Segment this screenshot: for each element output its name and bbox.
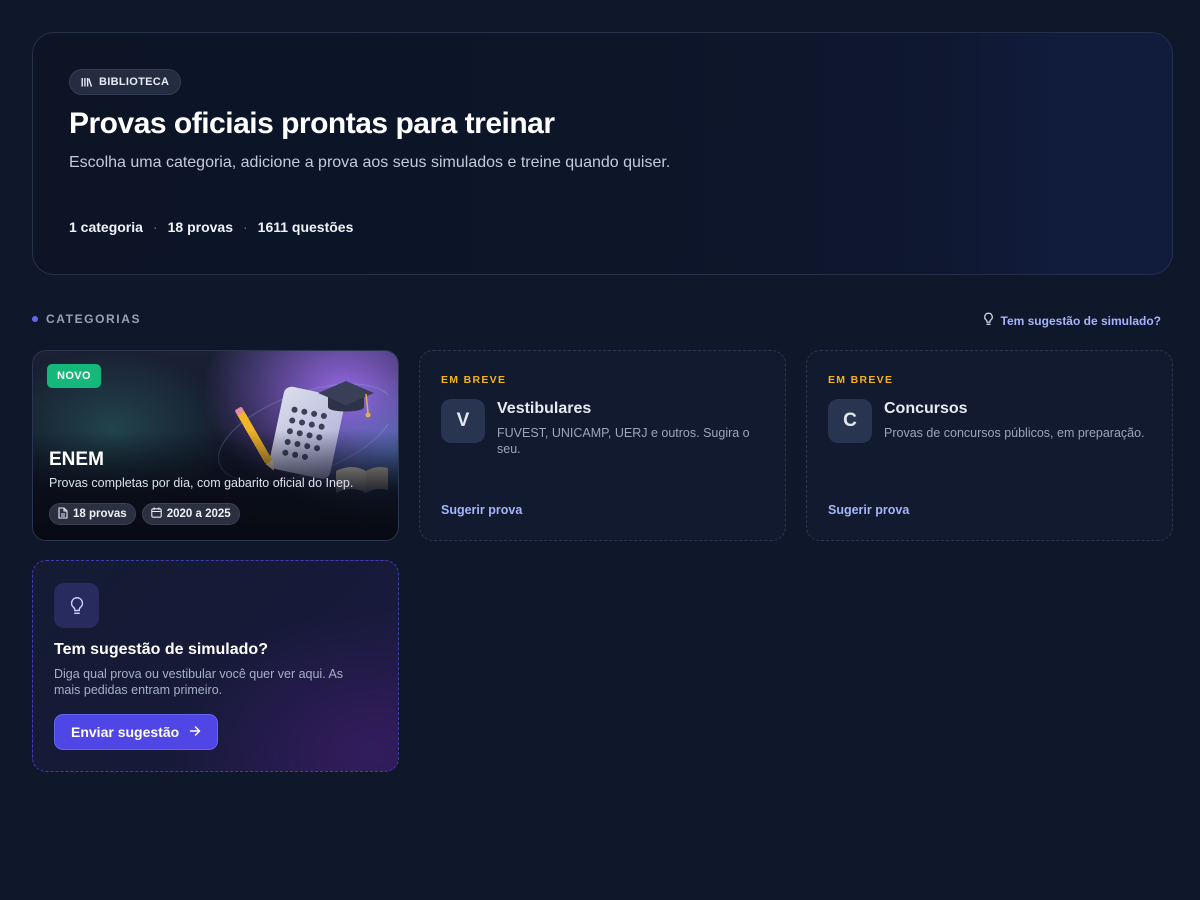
- send-suggestion-label: Enviar sugestão: [71, 724, 180, 740]
- suggest-link-label: Tem sugestão de simulado?: [1000, 313, 1161, 328]
- category-title: Concursos: [884, 400, 968, 417]
- arrow-right-icon: [189, 724, 201, 740]
- calendar-icon: [150, 507, 162, 521]
- document-icon: [58, 506, 68, 522]
- coming-soon-tag: EM BREVE: [441, 374, 507, 386]
- categories-header: CATEGORIAS Tem sugestão de simulado?: [32, 312, 1173, 330]
- suggest-exam-link[interactable]: Sugerir prova: [441, 503, 522, 517]
- suggestion-title: Tem sugestão de simulado?: [54, 641, 268, 658]
- stat-separator: ·: [152, 219, 158, 235]
- library-badge: BIBLIOTECA: [69, 69, 182, 95]
- category-title: Vestibulares: [497, 400, 592, 417]
- hero-glow: [932, 33, 1172, 274]
- categories-title: CATEGORIAS: [46, 312, 142, 326]
- suggestion-description: Diga qual prova ou vestibular você quer …: [54, 667, 344, 697]
- enem-description: Provas completas por dia, com gabarito o…: [49, 476, 354, 490]
- library-badge-label: BIBLIOTECA: [99, 76, 170, 88]
- hero-stats: 1 categoria · 18 provas · 1611 questões: [69, 219, 353, 235]
- stat-exams: 18 provas: [167, 219, 233, 235]
- exam-count-label: 18 provas: [73, 508, 127, 520]
- library-hero: BIBLIOTECA Provas oficiais prontas para …: [32, 32, 1173, 275]
- category-card-enem[interactable]: NOVO ENEM Provas completas por dia, com …: [32, 350, 399, 541]
- year-range-chip: 2020 a 2025: [141, 503, 240, 525]
- new-badge: NOVO: [47, 364, 101, 388]
- categories-label: CATEGORIAS: [32, 312, 141, 326]
- category-card-vestibulares: EM BREVE V Vestibulares FUVEST, UNICAMP,…: [419, 350, 786, 541]
- stat-categories: 1 categoria: [69, 219, 143, 235]
- enem-title: ENEM: [49, 449, 104, 470]
- category-description: FUVEST, UNICAMP, UERJ e outros. Sugira o…: [497, 426, 750, 456]
- send-suggestion-button[interactable]: Enviar sugestão: [54, 714, 219, 750]
- page-subtitle: Escolha uma categoria, adicione a prova …: [69, 154, 671, 171]
- stat-separator: ·: [242, 219, 248, 235]
- category-avatar: V: [441, 399, 485, 443]
- page-title: Provas oficiais prontas para treinar: [69, 107, 555, 140]
- coming-soon-tag: EM BREVE: [828, 374, 894, 386]
- library-icon: [81, 77, 93, 87]
- section-bullet: [32, 316, 38, 322]
- year-range-label: 2020 a 2025: [166, 508, 231, 520]
- suggestion-card: Tem sugestão de simulado? Diga qual prov…: [32, 560, 399, 772]
- suggest-exam-link[interactable]: Sugerir prova: [828, 503, 909, 517]
- category-avatar: C: [828, 399, 872, 443]
- suggest-simulation-link[interactable]: Tem sugestão de simulado?: [982, 312, 1161, 329]
- category-description: Provas de concursos públicos, em prepara…: [884, 426, 1145, 440]
- lightbulb-icon: [54, 583, 99, 628]
- category-card-concursos: EM BREVE C Concursos Provas de concursos…: [806, 350, 1173, 541]
- exam-count-chip: 18 provas: [49, 503, 136, 525]
- lightbulb-icon: [982, 312, 995, 329]
- enem-chips: 18 provas 2020 a 2025: [49, 503, 240, 525]
- stat-questions: 1611 questões: [257, 219, 354, 235]
